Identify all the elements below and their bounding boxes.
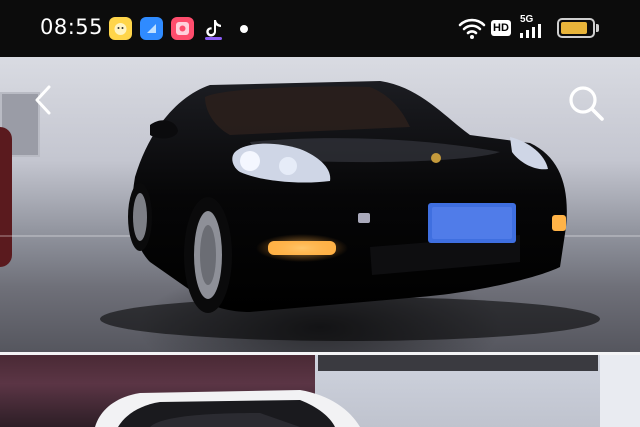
battery-tip — [596, 24, 599, 32]
search-button[interactable] — [563, 81, 609, 125]
app-icon — [171, 17, 194, 40]
car-photo-2[interactable] — [0, 355, 640, 427]
signal-icon — [520, 24, 541, 38]
search-icon — [569, 86, 604, 121]
app-icon — [109, 17, 132, 40]
status-time: 08:55 — [40, 15, 104, 39]
app-icon — [140, 17, 163, 40]
car-photo[interactable] — [0, 57, 640, 352]
back-button[interactable] — [28, 81, 58, 119]
wifi-icon — [458, 18, 486, 39]
black-sports-car — [100, 81, 600, 341]
notification-dot — [240, 25, 248, 33]
hd-badge: HD — [491, 20, 511, 36]
battery-fill — [561, 22, 587, 34]
chevron-left-icon — [35, 85, 51, 115]
tiktok-icon — [202, 17, 225, 40]
white-car — [95, 390, 360, 427]
battery-icon — [557, 18, 595, 38]
status-bar: 08:55 HD 5G — [0, 0, 640, 57]
